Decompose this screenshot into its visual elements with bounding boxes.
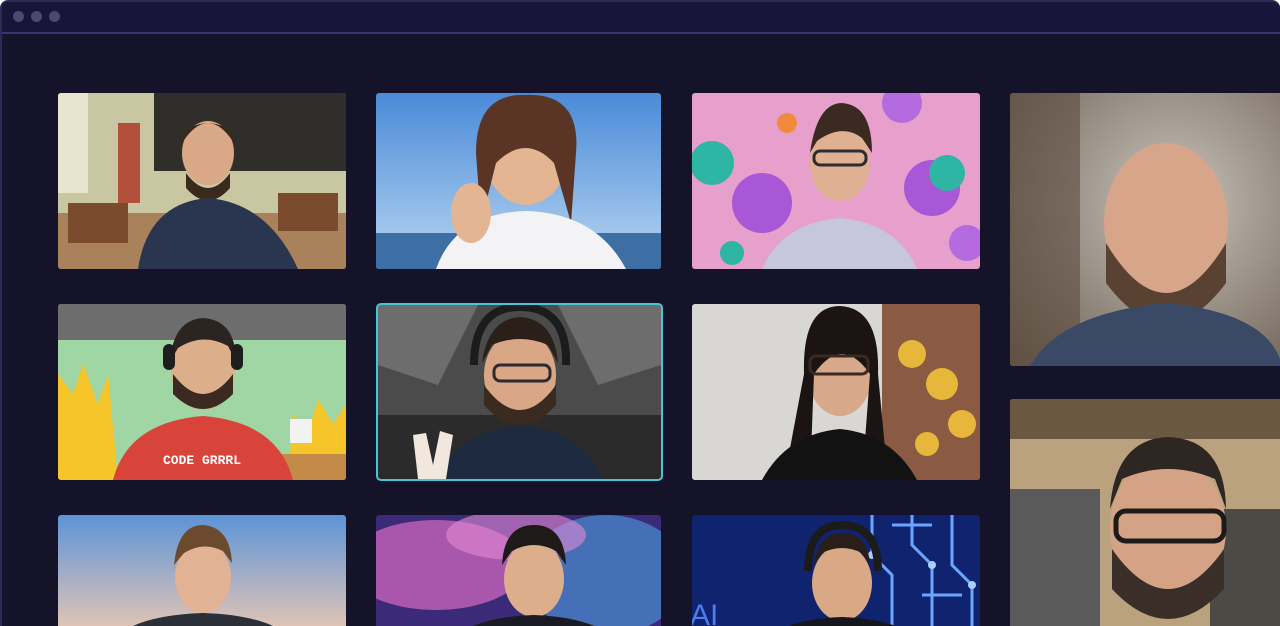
participant-video bbox=[378, 305, 661, 479]
participant-video bbox=[1010, 399, 1280, 626]
participant-tile-sky[interactable] bbox=[58, 515, 346, 626]
participant-video: AI bbox=[692, 515, 980, 626]
participant-video bbox=[692, 93, 980, 269]
participant-video: CODE GRRRL bbox=[58, 304, 346, 480]
window-dot[interactable] bbox=[13, 11, 24, 22]
video-call-window: CODE GRRRL AI bbox=[0, 0, 1280, 626]
participant-video bbox=[58, 515, 346, 626]
participant-tile-cockpit-active-speaker[interactable] bbox=[376, 303, 663, 481]
participant-tile-classroom[interactable] bbox=[58, 93, 346, 269]
background-ai-text: AI bbox=[692, 599, 718, 626]
shirt-text: CODE GRRRL bbox=[163, 453, 241, 468]
participant-video bbox=[376, 515, 661, 626]
participant-video bbox=[376, 93, 661, 269]
participant-tile-nebula[interactable] bbox=[376, 515, 661, 626]
participant-tile-right-top[interactable] bbox=[1010, 93, 1280, 366]
participant-tile-right-bottom[interactable] bbox=[1010, 399, 1280, 626]
window-dot[interactable] bbox=[31, 11, 42, 22]
participant-video bbox=[58, 93, 346, 269]
participant-tile-flowers[interactable] bbox=[692, 304, 980, 480]
participant-video bbox=[692, 304, 980, 480]
window-dot[interactable] bbox=[49, 11, 60, 22]
title-bar bbox=[2, 2, 1280, 34]
participant-video bbox=[1010, 93, 1280, 366]
participant-tile-circuit[interactable]: AI bbox=[692, 515, 980, 626]
participant-tile-beach[interactable] bbox=[376, 93, 661, 269]
participant-tile-fire[interactable]: CODE GRRRL bbox=[58, 304, 346, 480]
participant-tile-spheres[interactable] bbox=[692, 93, 980, 269]
